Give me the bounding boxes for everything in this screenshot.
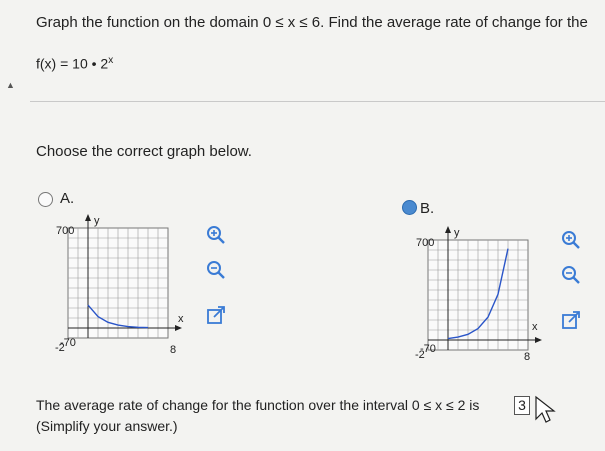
function-exponent: x [108, 55, 114, 66]
graph-a-y-label: y [94, 215, 100, 227]
graph-b-y-arrow-icon [445, 226, 451, 233]
question-text: Graph the function on the domain 0 ≤ x ≤… [36, 14, 588, 31]
expand-graph-icon[interactable] [561, 310, 581, 330]
graph-b-x-min: -2 [415, 349, 425, 361]
zoom-out-icon[interactable] [206, 260, 226, 280]
graph-b-y-max: 700 [416, 237, 434, 249]
prompt-text: Choose the correct graph below. [36, 143, 252, 160]
graph-a-x-label: x [178, 313, 184, 325]
pointer-cursor-icon [535, 395, 556, 423]
graph-b-y-label: y [454, 227, 460, 239]
graph-a-y-arrow-icon [85, 214, 91, 221]
graph-a-grid [67, 227, 169, 339]
graph-a-x-min: -2 [55, 342, 65, 354]
expand-graph-icon[interactable] [206, 305, 226, 325]
graph-b-x-max: 8 [524, 351, 530, 363]
graph-a[interactable]: y 700 x -70 -2 8 [54, 210, 194, 360]
option-a-label: A. [60, 190, 75, 207]
graph-b-x-arrow-icon [535, 337, 542, 343]
simplify-hint: (Simplify your answer.) [36, 418, 178, 434]
option-b-radio[interactable] [402, 200, 417, 215]
answer-input[interactable]: 3 [514, 396, 530, 415]
graph-a-x-arrow-icon [175, 325, 182, 331]
function-text: f(x) = 10 • 2 [36, 55, 109, 72]
function-expression: f(x) = 10 • 2x [36, 55, 113, 72]
zoom-out-icon[interactable] [561, 265, 581, 285]
graph-a-x-max: 8 [170, 344, 176, 356]
zoom-in-icon[interactable] [561, 230, 581, 250]
collapse-arrow-icon[interactable]: ▲ [6, 80, 15, 90]
option-b-label: B. [420, 200, 435, 217]
graph-a-y-max: 700 [56, 225, 74, 237]
graph-b-x-label: x [532, 321, 538, 333]
option-a-radio[interactable] [38, 192, 53, 207]
graph-b[interactable]: y 700 x -70 -2 8 [414, 222, 554, 372]
rate-question-text: The average rate of change for the funct… [36, 397, 480, 413]
graph-b-grid [427, 239, 529, 351]
zoom-in-icon[interactable] [206, 225, 226, 245]
divider [30, 101, 605, 102]
